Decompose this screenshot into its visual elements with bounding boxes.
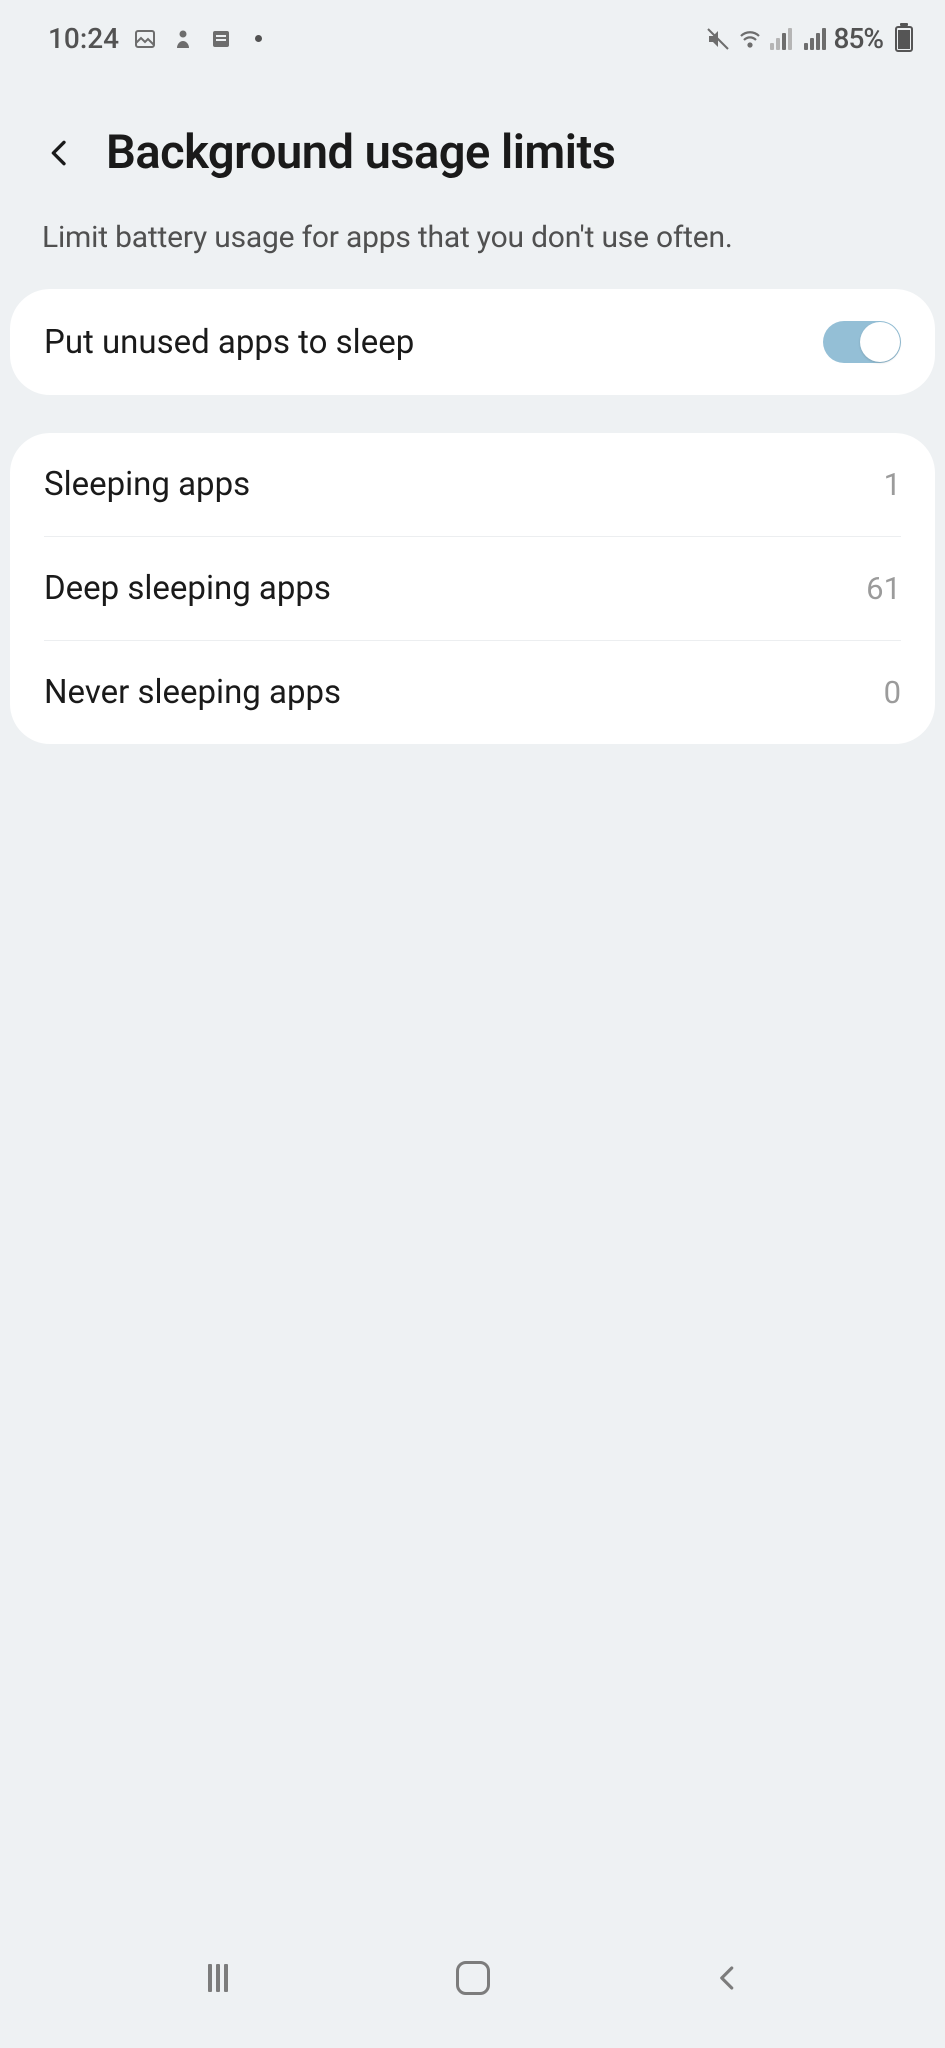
battery-percent: 85% [834, 22, 883, 55]
status-right: 85% [706, 22, 913, 55]
signal-2-icon [804, 28, 826, 50]
wifi-icon [738, 27, 762, 51]
nav-bar [0, 1928, 945, 2048]
person-icon [171, 27, 195, 51]
put-unused-apps-to-sleep-row[interactable]: Put unused apps to sleep [10, 289, 935, 395]
note-icon [209, 27, 233, 51]
deep-sleeping-apps-count: 61 [866, 570, 901, 607]
never-sleeping-apps-row[interactable]: Never sleeping apps 0 [44, 640, 901, 744]
nav-recents-button[interactable] [198, 1958, 238, 1998]
nav-back-button[interactable] [708, 1958, 748, 1998]
put-unused-apps-to-sleep-label: Put unused apps to sleep [44, 323, 414, 362]
battery-icon [895, 26, 913, 52]
status-bar: 10:24 85% [0, 0, 945, 65]
status-time: 10:24 [48, 22, 119, 55]
never-sleeping-apps-label: Never sleeping apps [44, 673, 341, 712]
mute-vibrate-icon [706, 27, 730, 51]
deep-sleeping-apps-row[interactable]: Deep sleeping apps 61 [44, 536, 901, 640]
sleeping-apps-label: Sleeping apps [44, 465, 250, 504]
deep-sleeping-apps-label: Deep sleeping apps [44, 569, 331, 608]
toggle-card: Put unused apps to sleep [10, 289, 935, 395]
app-lists-card: Sleeping apps 1 Deep sleeping apps 61 Ne… [10, 433, 935, 744]
picture-icon [133, 27, 157, 51]
signal-1-icon [770, 28, 792, 50]
more-notifications-dot [255, 35, 262, 42]
status-left: 10:24 [48, 22, 262, 55]
nav-home-button[interactable] [453, 1958, 493, 1998]
sleeping-apps-row[interactable]: Sleeping apps 1 [10, 433, 935, 536]
page-title: Background usage limits [106, 125, 615, 180]
page-subtitle: Limit battery usage for apps that you do… [0, 204, 945, 289]
page-header: Background usage limits [0, 65, 945, 204]
sleeping-apps-count: 1 [884, 466, 901, 503]
put-unused-apps-to-sleep-toggle[interactable] [823, 321, 901, 363]
back-icon[interactable] [44, 137, 76, 169]
never-sleeping-apps-count: 0 [884, 674, 901, 711]
